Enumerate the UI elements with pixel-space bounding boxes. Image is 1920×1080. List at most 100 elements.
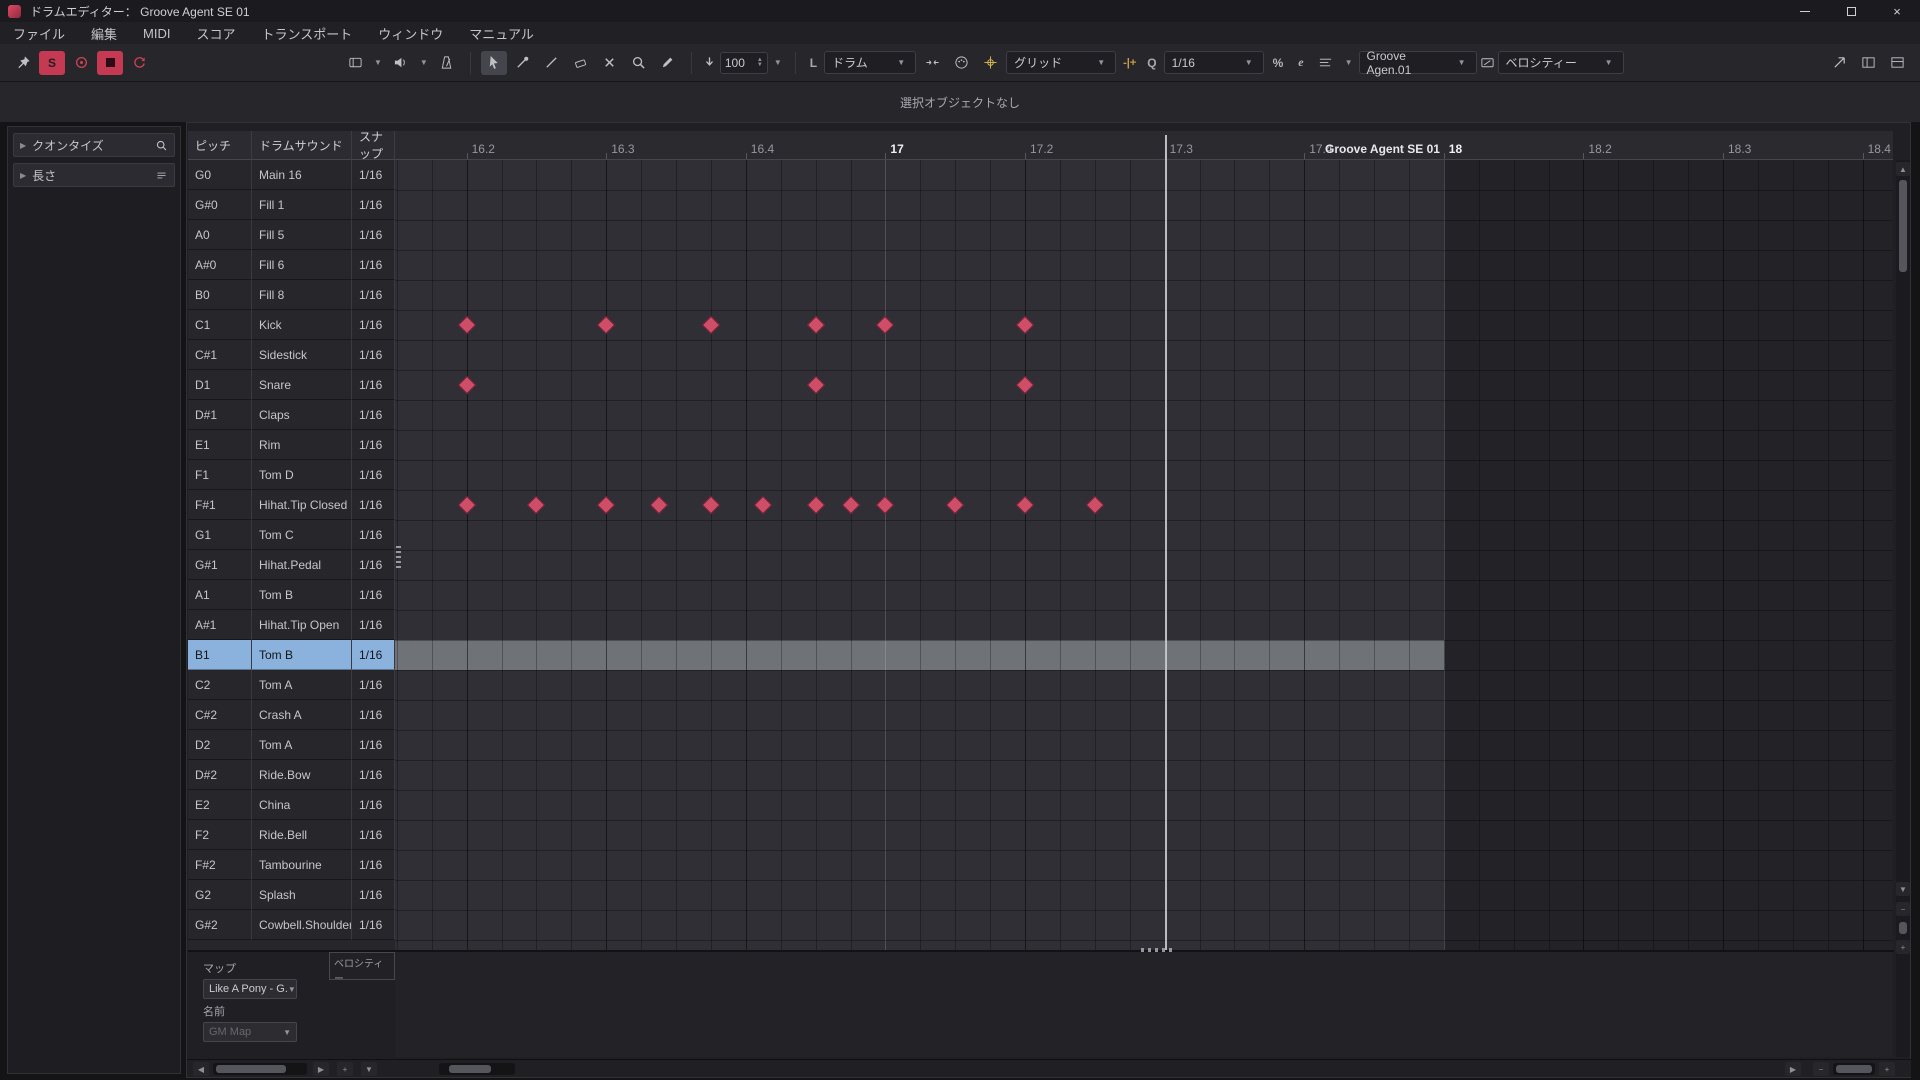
pitch-cell[interactable]: C1: [188, 310, 252, 340]
snap-cell[interactable]: 1/16: [352, 910, 395, 940]
drumstick-tool[interactable]: [510, 51, 536, 75]
column-header-pitch[interactable]: ピッチ: [188, 131, 252, 160]
drum-row-B1[interactable]: B1Tom B1/16: [188, 640, 395, 670]
snap-toggle-button[interactable]: [977, 51, 1003, 75]
v-scroll-thumb[interactable]: [1899, 180, 1907, 272]
v-zoom-thumb[interactable]: [1899, 922, 1907, 934]
drum-row-C#2[interactable]: C#2Crash A1/16: [188, 700, 395, 730]
v-zoom-out-button[interactable]: −: [1896, 902, 1910, 916]
grid-type-select[interactable]: グリッド▼: [1006, 51, 1116, 74]
map-name-select[interactable]: GM Map▼: [203, 1022, 297, 1042]
pitch-cell[interactable]: D1: [188, 370, 252, 400]
drumsound-cell[interactable]: Fill 1: [252, 190, 352, 220]
pitch-cell[interactable]: G#1: [188, 550, 252, 580]
pitch-cell[interactable]: D#1: [188, 400, 252, 430]
column-header-snap[interactable]: スナップ: [352, 131, 395, 160]
snap-cell[interactable]: 1/16: [352, 160, 395, 190]
chevron-down-icon[interactable]: ▼: [771, 58, 785, 67]
record-in-editor-button[interactable]: [97, 51, 123, 75]
pitch-cell[interactable]: D2: [188, 730, 252, 760]
snap-cell[interactable]: 1/16: [352, 310, 395, 340]
drumsound-cell[interactable]: Tom D: [252, 460, 352, 490]
pitch-cell[interactable]: D#2: [188, 760, 252, 790]
column-header-drumsound[interactable]: ドラムサウンド: [252, 131, 352, 160]
drum-row-A1[interactable]: A1Tom B1/16: [188, 580, 395, 610]
scroll-left-button[interactable]: ◀: [193, 1062, 209, 1076]
pin-icon[interactable]: [10, 51, 36, 75]
pitch-cell[interactable]: G#2: [188, 910, 252, 940]
snap-cell[interactable]: 1/16: [352, 340, 395, 370]
menu-window[interactable]: ウィンドウ: [365, 22, 456, 44]
v-zoom-in-button[interactable]: +: [1896, 940, 1910, 954]
menu-edit[interactable]: 編集: [78, 22, 130, 44]
drum-row-F#1[interactable]: F#1Hihat.Tip Closed1/16: [188, 490, 395, 520]
drum-row-D#2[interactable]: D#2Ride.Bow1/16: [188, 760, 395, 790]
snap-cell[interactable]: 1/16: [352, 640, 395, 670]
snap-cell[interactable]: 1/16: [352, 250, 395, 280]
note-length-select[interactable]: ドラム▼: [824, 51, 916, 74]
snap-cell[interactable]: 1/16: [352, 850, 395, 880]
drumsound-cell[interactable]: Claps: [252, 400, 352, 430]
pitch-cell[interactable]: A#1: [188, 610, 252, 640]
drum-row-G1[interactable]: G1Tom C1/16: [188, 520, 395, 550]
drumsound-cell[interactable]: Ride.Bow: [252, 760, 352, 790]
layout-rows-icon[interactable]: [1884, 51, 1910, 75]
pitch-cell[interactable]: F1: [188, 460, 252, 490]
drum-row-G2[interactable]: G2Splash1/16: [188, 880, 395, 910]
drum-row-B0[interactable]: B0Fill 81/16: [188, 280, 395, 310]
drumsound-cell[interactable]: Sidestick: [252, 340, 352, 370]
solo-editor-button[interactable]: S: [39, 51, 65, 75]
menu-file[interactable]: ファイル: [0, 22, 78, 44]
controller-select[interactable]: ベロシティー▼: [1498, 51, 1624, 74]
snap-cell[interactable]: 1/16: [352, 550, 395, 580]
snap-cell[interactable]: 1/16: [352, 280, 395, 310]
pitch-cell[interactable]: G1: [188, 520, 252, 550]
menu-score[interactable]: スコア: [183, 22, 248, 44]
drum-row-C2[interactable]: C2Tom A1/16: [188, 670, 395, 700]
drumsound-cell[interactable]: Snare: [252, 370, 352, 400]
drum-row-C1[interactable]: C1Kick1/16: [188, 310, 395, 340]
velocity-stepper[interactable]: ▲▼: [757, 58, 763, 68]
pitch-cell[interactable]: G0: [188, 160, 252, 190]
drum-row-D1[interactable]: D1Snare1/16: [188, 370, 395, 400]
mute-tool[interactable]: [597, 51, 623, 75]
step-input-button[interactable]: [919, 51, 945, 75]
snap-cell[interactable]: 1/16: [352, 580, 395, 610]
pitch-cell[interactable]: C#1: [188, 340, 252, 370]
close-button[interactable]: ×: [1874, 0, 1920, 22]
zoom-add-button[interactable]: +: [337, 1062, 353, 1076]
swing-icon[interactable]: -|+: [1119, 57, 1140, 69]
line-tool[interactable]: [539, 51, 565, 75]
inspector-section-quantize[interactable]: ▶ クオンタイズ: [13, 133, 175, 157]
snap-cell[interactable]: 1/16: [352, 490, 395, 520]
snap-cell[interactable]: 1/16: [352, 700, 395, 730]
drum-row-D#1[interactable]: D#1Claps1/16: [188, 400, 395, 430]
pitch-cell[interactable]: F#2: [188, 850, 252, 880]
pitch-cell[interactable]: A1: [188, 580, 252, 610]
pitch-cell[interactable]: G2: [188, 880, 252, 910]
lane-divider[interactable]: [188, 950, 1894, 952]
snap-cell[interactable]: 1/16: [352, 520, 395, 550]
snap-cell[interactable]: 1/16: [352, 610, 395, 640]
drumsound-cell[interactable]: Tom C: [252, 520, 352, 550]
drumsound-cell[interactable]: Tom A: [252, 730, 352, 760]
pitch-cell[interactable]: F#1: [188, 490, 252, 520]
drum-row-F2[interactable]: F2Ride.Bell1/16: [188, 820, 395, 850]
drumsound-cell[interactable]: Hihat.Tip Open: [252, 610, 352, 640]
step-right-button[interactable]: ▶: [1785, 1062, 1801, 1076]
drumsound-cell[interactable]: Fill 8: [252, 280, 352, 310]
drum-row-C#1[interactable]: C#1Sidestick1/16: [188, 340, 395, 370]
chevron-down-icon[interactable]: ▼: [417, 58, 431, 67]
pitch-cell[interactable]: B1: [188, 640, 252, 670]
snap-cell[interactable]: 1/16: [352, 820, 395, 850]
maximize-button[interactable]: [1828, 0, 1874, 22]
secondary-thumb[interactable]: [449, 1065, 491, 1073]
pitch-cell[interactable]: A0: [188, 220, 252, 250]
drumsound-cell[interactable]: Tom B: [252, 580, 352, 610]
drumsound-cell[interactable]: Hihat.Pedal: [252, 550, 352, 580]
midi-input-button[interactable]: [948, 51, 974, 75]
pitch-cell[interactable]: C2: [188, 670, 252, 700]
snap-cell[interactable]: 1/16: [352, 190, 395, 220]
drumsound-cell[interactable]: Crash A: [252, 700, 352, 730]
drum-row-E1[interactable]: E1Rim1/16: [188, 430, 395, 460]
